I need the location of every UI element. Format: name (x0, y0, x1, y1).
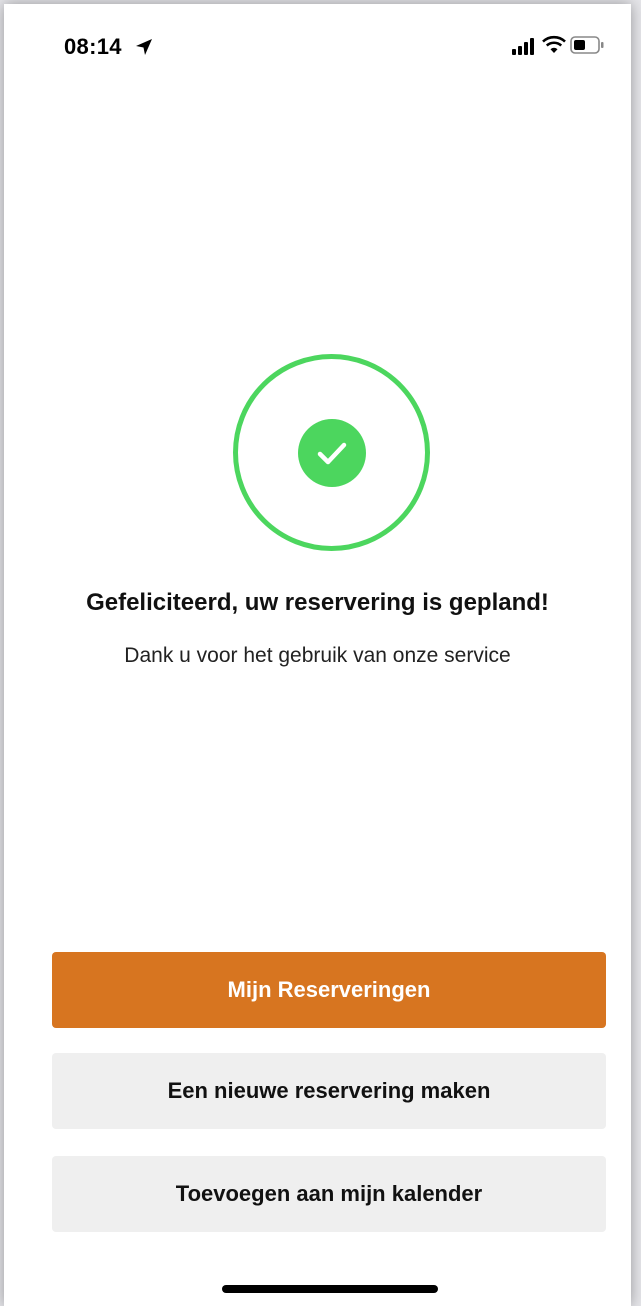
confirmation-subtitle: Dank u voor het gebruik van onze service (124, 644, 511, 667)
checkmark-circle-icon (298, 419, 366, 487)
location-arrow-icon (136, 39, 152, 55)
my-reservations-button[interactable]: Mijn Reserveringen (52, 952, 606, 1028)
app-screen: 08:14 Gefeliciteerd, uw reservering is g… (4, 4, 631, 1306)
add-to-calendar-button[interactable]: Toevoegen aan mijn kalender (52, 1156, 606, 1232)
battery-icon (570, 36, 604, 54)
confirmation-title: Gefeliciteerd, uw reservering is gepland… (86, 589, 549, 616)
new-reservation-button[interactable]: Een nieuwe reservering maken (52, 1053, 606, 1129)
wifi-icon (542, 35, 566, 53)
cellular-signal-icon (512, 38, 534, 55)
status-bar: 08:14 (4, 4, 631, 94)
device-frame: 08:14 Gefeliciteerd, uw reservering is g… (0, 0, 641, 1306)
status-time: 08:14 (64, 34, 122, 59)
home-indicator[interactable] (222, 1285, 438, 1293)
